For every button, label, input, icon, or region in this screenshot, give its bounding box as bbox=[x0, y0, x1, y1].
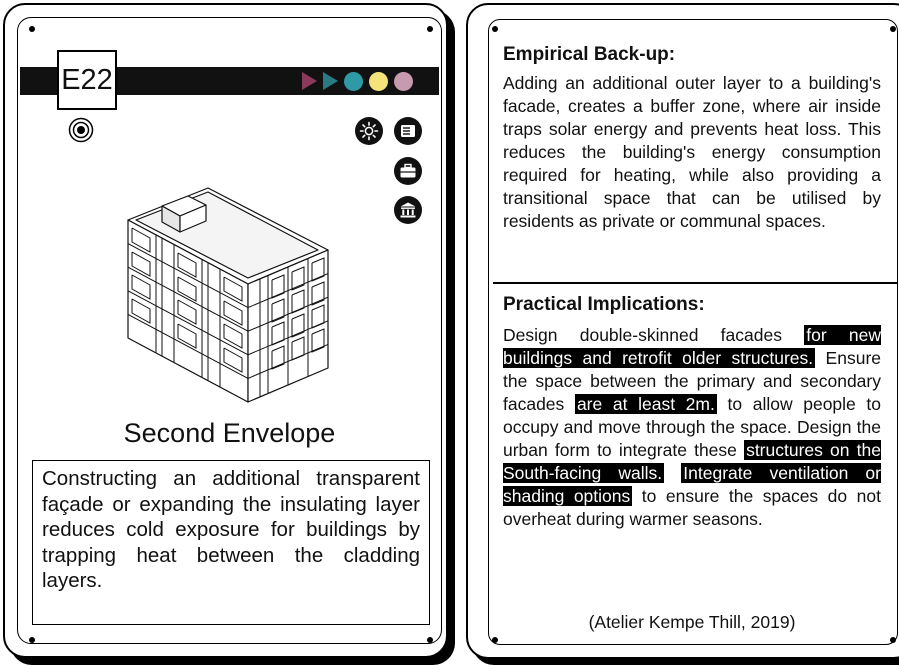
corner-dot bbox=[29, 26, 35, 32]
corner-dot bbox=[427, 637, 433, 643]
corner-dot bbox=[427, 26, 433, 32]
building-illustration bbox=[127, 187, 329, 403]
card-title: Second Envelope bbox=[123, 418, 336, 448]
corner-dot bbox=[492, 26, 498, 32]
card-code: E22 bbox=[57, 50, 117, 110]
practical-text-segment bbox=[664, 463, 681, 483]
citation: (Atelier Kempe Thill, 2019) bbox=[588, 612, 796, 632]
empirical-title: Empirical Back-up: bbox=[503, 44, 676, 65]
corner-dot bbox=[492, 637, 498, 643]
marker-triangle-icon bbox=[323, 72, 338, 90]
corner-dot bbox=[890, 26, 896, 32]
practical-text-segment: Design double-skinned facades bbox=[503, 325, 805, 345]
category-markers bbox=[302, 71, 413, 91]
empirical-text: Adding an additional outer layer to a bu… bbox=[503, 73, 881, 231]
sun-gear-icon bbox=[355, 117, 383, 145]
corner-dot bbox=[29, 637, 35, 643]
practical-text: Design double-skinned facades for new bu… bbox=[503, 324, 881, 531]
government-building-icon bbox=[394, 196, 422, 224]
practical-title: Practical Implications: bbox=[503, 294, 705, 315]
marker-circle-icon bbox=[369, 71, 388, 91]
marker-triangle-icon bbox=[302, 72, 317, 90]
highlighted-phrase: are at least 2m. bbox=[574, 394, 717, 414]
description-text: Constructing an additional transparent f… bbox=[42, 467, 420, 592]
target-icon bbox=[68, 117, 94, 143]
list-icon bbox=[394, 117, 422, 145]
description-box: Constructing an additional transparent f… bbox=[32, 460, 430, 625]
corner-dot bbox=[890, 637, 896, 643]
section-divider bbox=[493, 282, 898, 284]
marker-circle-icon bbox=[344, 71, 363, 91]
marker-circle-icon bbox=[394, 71, 413, 91]
briefcase-icon bbox=[394, 157, 422, 185]
